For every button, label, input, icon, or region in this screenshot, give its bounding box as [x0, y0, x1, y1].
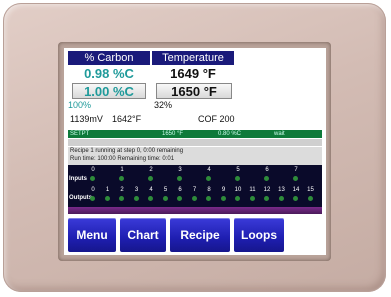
- output-indicator: [249, 196, 255, 201]
- input-indicator: [293, 176, 298, 181]
- output-number: 4: [149, 187, 153, 193]
- output-indicator: [119, 196, 124, 201]
- recipe-status-line-2: Run time: 100:00 Remaining time: 0:01: [70, 156, 175, 162]
- output-number: 15: [307, 187, 314, 193]
- carbon-header: % Carbon: [68, 51, 150, 65]
- input-indicator: [177, 176, 182, 181]
- input-number: 2: [149, 167, 153, 173]
- output-indicator: [293, 196, 298, 201]
- output-indicator: [235, 196, 240, 201]
- input-indicator: [119, 176, 124, 181]
- carbon-output-percent: 100%: [68, 100, 92, 110]
- millivolts-reading: 1139mV: [70, 114, 103, 124]
- recipe-button[interactable]: Recipe: [170, 218, 230, 252]
- temperature-value: 1649 °F: [170, 66, 216, 81]
- output-indicator: [264, 196, 269, 201]
- setpoint-state: wait: [274, 131, 285, 137]
- outputs-label: Outputs: [69, 195, 92, 201]
- output-number: 10: [234, 187, 242, 193]
- input-number: 6: [265, 167, 269, 173]
- setpoint-carbon: 0.80 %C: [218, 131, 242, 137]
- output-number: 0: [91, 187, 95, 193]
- temperature-output-percent: 32%: [154, 100, 173, 110]
- bottom-button-bar: Menu Chart Recipe Loops: [68, 218, 284, 252]
- output-number: 8: [207, 187, 211, 193]
- input-number: 5: [236, 167, 240, 173]
- output-number: 14: [292, 187, 300, 193]
- output-indicator: [90, 196, 95, 201]
- output-indicator: [220, 196, 226, 201]
- output-number: 1: [105, 187, 110, 193]
- temperature-setpoint-button[interactable]: 1650 °F: [156, 83, 232, 99]
- output-indicator: [148, 196, 153, 201]
- input-number: 0: [91, 167, 95, 173]
- io-divider-bar: [68, 207, 322, 214]
- input-number: 7: [294, 167, 298, 173]
- input-number: 3: [178, 167, 182, 173]
- input-indicator: [206, 176, 211, 181]
- output-indicator: [162, 196, 168, 201]
- step-progress-bar: [68, 139, 322, 146]
- output-number: 7: [192, 187, 197, 193]
- setpoint-status-bar: SETPT 1650 °F 0.80 %C wait: [68, 130, 322, 138]
- recipe-status-line-1: Recipe 1 running at step 0, 0:00 remaini…: [70, 148, 184, 154]
- output-indicator: [133, 196, 139, 201]
- temperature-header: Temperature: [152, 51, 234, 65]
- output-number: 3: [134, 187, 139, 193]
- carbon-value: 0.98 %C: [84, 66, 134, 81]
- input-indicator: [90, 176, 95, 181]
- input-indicator: [235, 176, 240, 181]
- recipe-status-message: Recipe 1 running at step 0, 0:00 remaini…: [68, 147, 322, 165]
- inputs-label: Inputs: [69, 176, 87, 182]
- setpoint-temp: 1650 °F: [162, 131, 184, 137]
- io-status-panel: Inputs Outputs 01234567 0 1 2 3 4 5 6 7 8 9 10 11 12…: [68, 165, 322, 207]
- output-indicator: [278, 196, 284, 201]
- input-number: 4: [207, 167, 211, 173]
- output-indicator: [191, 196, 197, 201]
- loops-button[interactable]: Loops: [234, 218, 284, 252]
- output-number: 12: [263, 187, 271, 193]
- output-number: 13: [278, 187, 285, 193]
- cof-reading: COF 200: [198, 114, 235, 124]
- carbon-setpoint-button[interactable]: 1.00 %C: [72, 83, 146, 99]
- output-number: 11: [249, 187, 256, 193]
- output-indicator: [307, 196, 313, 201]
- output-indicator: [177, 196, 182, 201]
- menu-button[interactable]: Menu: [68, 218, 116, 252]
- output-number: 6: [178, 187, 182, 193]
- setpoint-label: SETPT: [70, 131, 90, 137]
- input-number: 1: [120, 167, 124, 173]
- input-indicator: [264, 176, 269, 181]
- output-indicator: [206, 196, 211, 201]
- touch-screen: % Carbon Temperature 0.98 %C 1649 °F 1.0…: [64, 48, 326, 255]
- output-number: 9: [221, 187, 226, 193]
- output-number: 2: [120, 187, 124, 193]
- probe-temperature-reading: 1642°F: [112, 114, 142, 124]
- chart-button[interactable]: Chart: [120, 218, 166, 252]
- output-indicator: [104, 196, 110, 201]
- input-indicator: [148, 176, 153, 181]
- output-number: 5: [163, 187, 168, 193]
